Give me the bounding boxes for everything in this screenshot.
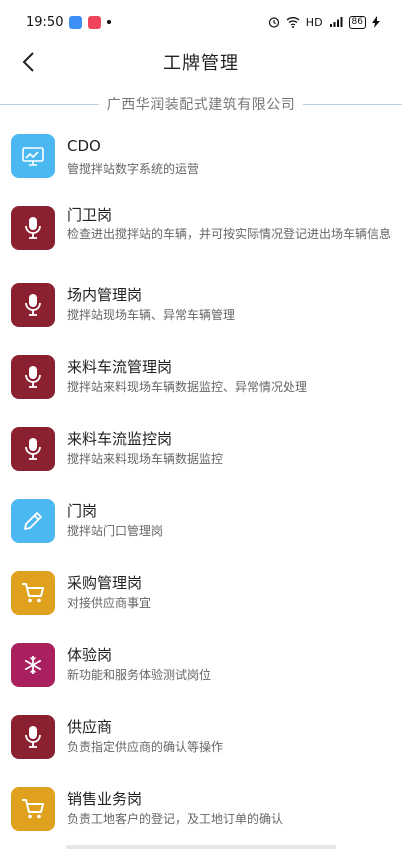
list-item[interactable]: 销售业务岗 负责工地客户的登记，及工地订单的确认 bbox=[0, 776, 402, 846]
alarm-icon bbox=[268, 17, 279, 28]
role-description: 负责指定供应商的确认等操作 bbox=[67, 740, 224, 754]
dashboard-icon bbox=[11, 134, 55, 178]
page-title: 工牌管理 bbox=[163, 53, 239, 74]
signal-icon bbox=[329, 17, 343, 27]
status-time: 19:50 bbox=[26, 14, 64, 30]
role-name: 门岗 bbox=[67, 502, 98, 520]
role-name: 采购管理岗 bbox=[67, 574, 143, 592]
role-description: 搅拌站来料现场车辆数据监控、异常情况处理 bbox=[67, 380, 308, 394]
role-description: 搅拌站来料现场车辆数据监控 bbox=[67, 452, 224, 466]
more-notifications-icon bbox=[107, 20, 112, 24]
role-name: 来料车流监控岗 bbox=[67, 430, 173, 448]
role-name: 体验岗 bbox=[67, 646, 113, 664]
list-item[interactable]: 来料车流管理岗 搅拌站来料现场车辆数据监控、异常情况处理 bbox=[0, 344, 402, 414]
back-button[interactable] bbox=[14, 48, 42, 76]
microphone-icon bbox=[11, 427, 55, 471]
company-divider: 广西华润装配式建筑有限公司 bbox=[0, 92, 402, 116]
hd-indicator: HD bbox=[305, 15, 323, 29]
role-description: 新功能和服务体验测试岗位 bbox=[67, 668, 212, 682]
role-name: 来料车流管理岗 bbox=[67, 358, 173, 376]
role-name: 供应商 bbox=[67, 718, 113, 736]
bottom-scroll-indicator bbox=[66, 845, 336, 849]
microphone-icon bbox=[11, 355, 55, 399]
status-bar: 19:50 HD 86 bbox=[0, 0, 402, 44]
list-item[interactable]: 门岗 搅拌站门口管理岗 bbox=[0, 488, 402, 558]
divider-line bbox=[0, 103, 99, 105]
charging-icon bbox=[372, 16, 380, 28]
role-description: 对接供应商事宜 bbox=[67, 596, 152, 610]
microphone-icon bbox=[11, 715, 55, 759]
microphone-icon bbox=[11, 206, 55, 250]
divider-line bbox=[303, 103, 402, 105]
cart-icon bbox=[11, 787, 55, 831]
role-description: 负责工地客户的登记，及工地订单的确认 bbox=[67, 812, 284, 826]
microphone-icon bbox=[11, 283, 55, 327]
pencil-icon bbox=[11, 499, 55, 543]
list-item[interactable]: 体验岗 新功能和服务体验测试岗位 bbox=[0, 632, 402, 702]
role-name: 销售业务岗 bbox=[67, 790, 143, 808]
nav-bar: 工牌管理 bbox=[0, 44, 402, 80]
list-item[interactable]: 供应商 负责指定供应商的确认等操作 bbox=[0, 704, 402, 774]
role-name: 门卫岗 bbox=[67, 206, 113, 224]
role-name: 场内管理岗 bbox=[67, 286, 143, 304]
role-description: 管搅拌站数字系统的运营 bbox=[67, 162, 200, 176]
role-description: 检查进出搅拌站的车辆，并可按实际情况登记进出场车辆信息 bbox=[67, 227, 392, 241]
chevron-left-icon bbox=[22, 52, 34, 72]
snowflake-icon bbox=[11, 643, 55, 687]
battery-level: 86 bbox=[348, 15, 366, 29]
wifi-icon bbox=[286, 17, 300, 28]
list-item[interactable]: 场内管理岗 搅拌站现场车辆、异常车辆管理 bbox=[0, 272, 402, 342]
role-description: 搅拌站现场车辆、异常车辆管理 bbox=[67, 308, 236, 322]
cart-icon bbox=[11, 571, 55, 615]
notification-app-icon bbox=[88, 15, 102, 29]
list-item[interactable]: 来料车流监控岗 搅拌站来料现场车辆数据监控 bbox=[0, 416, 402, 486]
role-name: CDO bbox=[67, 137, 101, 155]
company-name: 广西华润装配式建筑有限公司 bbox=[106, 97, 296, 113]
list-item[interactable]: 采购管理岗 对接供应商事宜 bbox=[0, 560, 402, 630]
notification-app-icon bbox=[69, 15, 83, 29]
list-item[interactable]: CDO 管搅拌站数字系统的运营 bbox=[0, 120, 402, 190]
list-item[interactable]: 门卫岗 检查进出搅拌站的车辆，并可按实际情况登记进出场车辆信息 bbox=[0, 192, 402, 270]
role-description: 搅拌站门口管理岗 bbox=[67, 524, 164, 538]
